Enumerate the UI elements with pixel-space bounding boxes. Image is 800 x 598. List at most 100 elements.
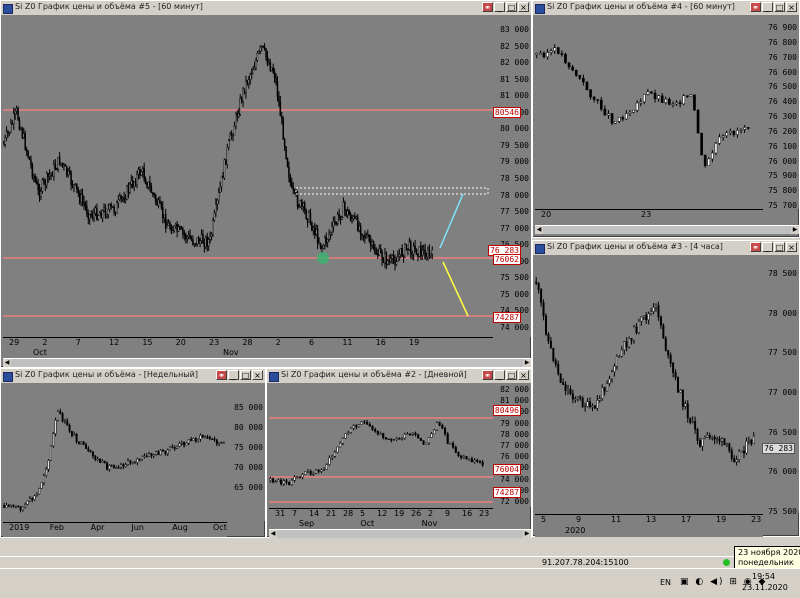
candle-body	[299, 200, 302, 207]
link-icon[interactable]: ⚭	[750, 2, 761, 12]
candle-body	[93, 212, 95, 218]
candle-body	[114, 211, 117, 214]
candle-body	[232, 134, 234, 137]
close-button[interactable]: ×	[518, 2, 529, 12]
selection-rectangle[interactable]	[295, 187, 489, 195]
price-chart[interactable]	[535, 256, 763, 514]
candle-body	[238, 113, 240, 117]
horizontal-scrollbar[interactable]: ◀ ▶	[269, 529, 531, 538]
candle-body	[633, 326, 635, 341]
month-label: Oct	[360, 519, 375, 528]
scroll-right-icon[interactable]: ▶	[523, 530, 531, 538]
candle-body	[288, 166, 290, 178]
candle-body	[259, 46, 262, 52]
candle-body	[601, 387, 604, 399]
window-titlebar[interactable]: Si Z0 График цены и объёма #5 - [60 мину…	[1, 1, 531, 16]
candle-body	[747, 439, 750, 442]
chart-app-icon	[3, 372, 13, 382]
chart-window-weekly[interactable]: Si Z0 График цены и объёма - [Недельный]…	[0, 368, 266, 538]
candle-body	[677, 377, 679, 393]
candle-body	[700, 132, 703, 156]
scroll-left-icon[interactable]: ◀	[3, 359, 11, 367]
link-icon[interactable]: ⚭	[216, 370, 227, 380]
scroll-left-icon[interactable]: ◀	[535, 226, 543, 234]
green-marker[interactable]	[317, 252, 329, 264]
candle-body	[270, 67, 273, 71]
candle-body	[64, 164, 67, 167]
candle-body	[581, 397, 584, 408]
candle-body	[35, 494, 38, 497]
candle-body	[255, 60, 257, 69]
close-button[interactable]: ×	[252, 370, 263, 380]
scroll-left-icon[interactable]: ◀	[269, 530, 277, 538]
minimize-button[interactable]: _	[228, 370, 239, 380]
maximize-button[interactable]: □	[774, 2, 785, 12]
chart-window-2[interactable]: Si Z0 График цены и объёма #2 - [Дневной…	[266, 368, 532, 538]
candle-body	[245, 80, 247, 93]
horizontal-scrollbar[interactable]: ◀ ▶	[535, 225, 799, 234]
scroll-right-icon[interactable]: ▶	[523, 359, 531, 367]
chart-window-3[interactable]: Si Z0 График цены и объёма #3 - [4 часа]…	[532, 240, 800, 537]
minimize-button[interactable]: _	[762, 242, 773, 252]
price-chart[interactable]	[269, 384, 493, 508]
close-button[interactable]: ×	[786, 2, 797, 12]
minimize-button[interactable]: _	[494, 370, 505, 380]
tooltip-date: 23 ноября 2020 г.	[738, 548, 800, 557]
window-titlebar[interactable]: Si Z0 График цены и объёма #3 - [4 часа]…	[533, 241, 799, 256]
candle-body	[689, 417, 692, 423]
candle-body	[3, 144, 5, 146]
candle-body	[31, 164, 34, 178]
price-chart[interactable]	[535, 16, 763, 209]
link-icon[interactable]: ⚭	[482, 370, 493, 380]
scroll-right-icon[interactable]: ▶	[791, 226, 799, 234]
candle-body	[81, 194, 84, 203]
candle-body	[104, 207, 107, 217]
candle-body	[613, 366, 616, 373]
language-indicator[interactable]: EN	[660, 578, 671, 587]
minimize-button[interactable]: _	[762, 2, 773, 12]
candle-body	[344, 433, 347, 439]
close-button[interactable]: ×	[518, 370, 529, 380]
maximize-button[interactable]: □	[506, 370, 517, 380]
cyan-trendline[interactable]	[439, 193, 464, 249]
candle-body	[699, 440, 701, 447]
price-chart[interactable]	[3, 384, 227, 522]
time-tick-label: 19	[409, 338, 420, 347]
candle-body	[430, 433, 433, 438]
link-icon[interactable]: ⚭	[482, 2, 493, 12]
maximize-button[interactable]: □	[774, 242, 785, 252]
candle-body	[199, 434, 202, 440]
clock-date[interactable]: 23.11.2020	[742, 583, 788, 592]
price-chart[interactable]	[3, 16, 493, 337]
candle-body	[537, 283, 540, 290]
candle-body	[708, 434, 711, 438]
candle-body	[341, 437, 344, 444]
candle-body	[203, 243, 206, 247]
chart-window-4[interactable]: Si Z0 График цены и объёма #4 - [60 мину…	[532, 0, 800, 238]
candle-body	[696, 109, 700, 134]
window-titlebar[interactable]: Si Z0 График цены и объёма - [Недельный]…	[1, 369, 265, 384]
time-tick-label: 23	[209, 338, 220, 347]
link-icon[interactable]: ⚭	[750, 242, 761, 252]
yellow-trendline[interactable]	[442, 261, 469, 317]
candle-body	[103, 207, 105, 211]
candle-body	[265, 48, 267, 58]
candle-body	[137, 169, 140, 175]
maximize-button[interactable]: □	[240, 370, 251, 380]
horizontal-scrollbar[interactable]: ◀ ▶	[3, 358, 531, 367]
minimize-button[interactable]: _	[494, 2, 505, 12]
candle-body	[409, 433, 412, 436]
price-tick-label: 79 000	[500, 157, 529, 167]
window-titlebar[interactable]: Si Z0 График цены и объёма #2 - [Дневной…	[267, 369, 531, 384]
candle-body	[290, 479, 293, 485]
candle-body	[283, 139, 286, 147]
chart-window-5[interactable]: Si Z0 График цены и объёма #5 - [60 мину…	[0, 0, 532, 368]
candle-body	[31, 498, 34, 501]
window-titlebar[interactable]: Si Z0 График цены и объёма #4 - [60 мину…	[533, 1, 799, 16]
maximize-button[interactable]: □	[506, 2, 517, 12]
close-button[interactable]: ×	[786, 242, 797, 252]
candle-body	[632, 109, 635, 113]
candle-body	[87, 448, 90, 451]
clock-time[interactable]: 19:54	[752, 572, 775, 581]
candle-body	[77, 188, 80, 194]
